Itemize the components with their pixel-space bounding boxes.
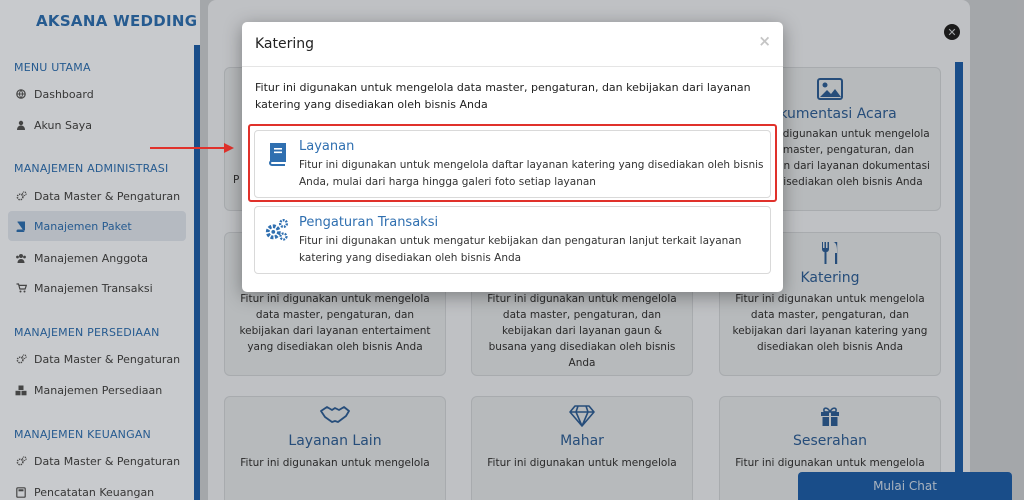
option-desc: Fitur ini digunakan untuk mengatur kebij… [299,235,742,264]
close-icon[interactable]: × [758,32,771,50]
option-title: Pengaturan Transaksi [299,215,439,230]
option-pengaturan-transaksi[interactable]: Pengaturan Transaksi Fitur ini digunakan… [254,206,771,274]
modal-title: Katering [255,36,315,52]
annotation-arrow-head [224,143,234,153]
modal-description: Fitur ini digunakan untuk mengelola data… [255,81,751,111]
annotation-highlight-box [248,124,777,202]
modal-header: Katering × [242,22,783,67]
annotation-arrow-line [150,147,225,149]
cogs-icon [264,217,290,243]
